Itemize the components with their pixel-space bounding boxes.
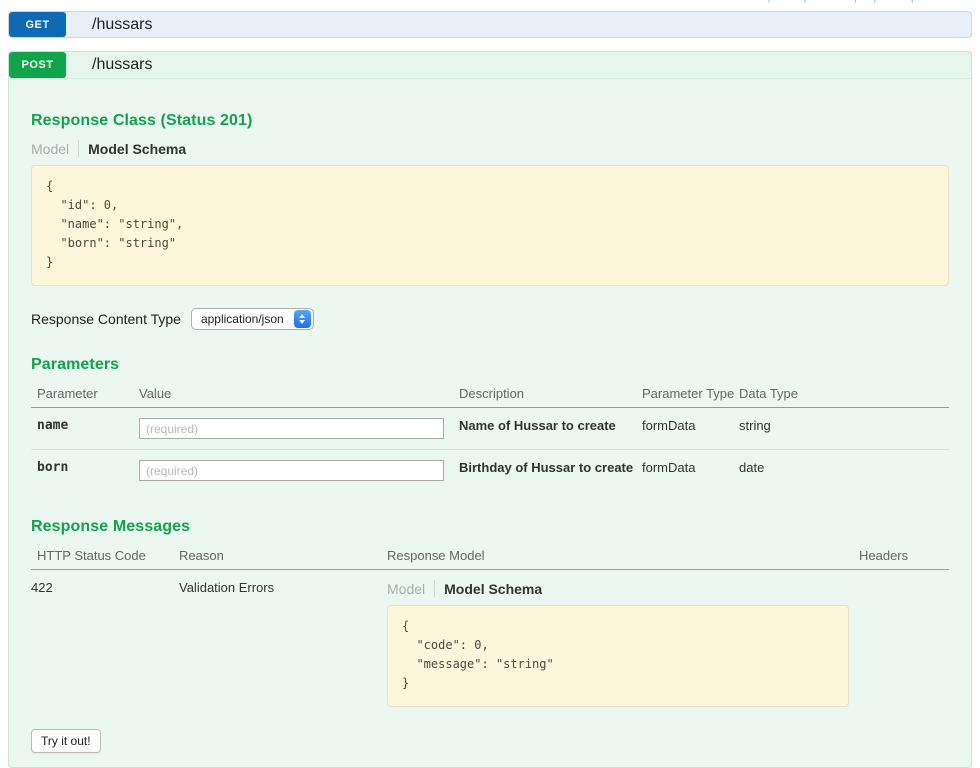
response-class-schema-code[interactable]: { "id": 0, "name": "string", "born": "st… xyxy=(31,165,949,286)
tab-model-schema[interactable]: Model Schema xyxy=(88,141,186,157)
swagger-page: Show/Hide | List Operations | Expand Ope… xyxy=(0,0,980,768)
response-status-code: 422 xyxy=(31,570,179,718)
col-http-status-code: HTTP Status Code xyxy=(31,544,179,570)
param-name: name xyxy=(31,408,139,450)
col-reason: Reason xyxy=(179,544,387,570)
get-path[interactable]: /hussars xyxy=(66,12,152,37)
param-name: born xyxy=(31,450,139,492)
param-born-input[interactable] xyxy=(139,460,444,481)
response-messages-table: HTTP Status Code Reason Response Model H… xyxy=(31,544,949,717)
parameters-table: Parameter Value Description Parameter Ty… xyxy=(31,382,949,491)
col-description: Description xyxy=(459,382,642,408)
post-operation-content: Response Class (Status 201) Model Model … xyxy=(9,79,971,767)
operation-get-hussars[interactable]: GET /hussars xyxy=(8,11,972,38)
param-description: Birthday of Hussar to create xyxy=(459,450,642,492)
response-content-type-select[interactable]: application/json xyxy=(191,308,314,330)
parameter-row-name: name Name of Hussar to create formData s… xyxy=(31,408,949,450)
col-value: Value xyxy=(139,382,459,408)
tab-model[interactable]: Model xyxy=(387,581,425,597)
param-description: Name of Hussar to create xyxy=(459,408,642,450)
col-parameter-type: Parameter Type xyxy=(642,382,739,408)
post-method-badge: POST xyxy=(9,52,66,78)
tab-divider xyxy=(78,140,79,157)
response-messages-title: Response Messages xyxy=(31,518,949,536)
param-parameter-type: formData xyxy=(642,408,739,450)
post-header-bar[interactable]: POST /hussars xyxy=(9,52,971,79)
param-data-type: string xyxy=(739,408,949,450)
post-path[interactable]: /hussars xyxy=(66,52,152,78)
response-messages-header-row: HTTP Status Code Reason Response Model H… xyxy=(31,544,949,570)
tab-model-schema[interactable]: Model Schema xyxy=(444,581,542,597)
response-reason: Validation Errors xyxy=(179,570,387,718)
param-parameter-type: formData xyxy=(642,450,739,492)
try-it-out-button[interactable]: Try it out! xyxy=(31,729,101,753)
response-content-type-label: Response Content Type xyxy=(31,311,181,327)
parameters-header-row: Parameter Value Description Parameter Ty… xyxy=(31,382,949,408)
parameter-row-born: born Birthday of Hussar to create formDa… xyxy=(31,450,949,492)
response-headers-cell xyxy=(859,570,949,718)
select-stepper-icon xyxy=(294,310,311,328)
get-method-badge: GET xyxy=(9,12,66,37)
parameters-title: Parameters xyxy=(31,356,949,374)
response-message-row-422: 422 Validation Errors Model Model Schema… xyxy=(31,570,949,718)
response-model-tabs: Model Model Schema xyxy=(387,580,853,597)
response-class-tabs: Model Model Schema xyxy=(31,140,949,157)
col-data-type: Data Type xyxy=(739,382,949,408)
param-data-type: date xyxy=(739,450,949,492)
operation-post-hussars: POST /hussars Response Class (Status 201… xyxy=(8,51,972,768)
operations-links-text[interactable]: Show/Hide | List Operations | Expand Ope… xyxy=(8,0,972,3)
tab-divider xyxy=(434,580,435,597)
response-model-schema-code[interactable]: { "code": 0, "message": "string" } xyxy=(387,605,849,707)
col-response-model: Response Model xyxy=(387,544,859,570)
operations-links-clipped: Show/Hide | List Operations | Expand Ope… xyxy=(8,0,972,6)
col-parameter: Parameter xyxy=(31,382,139,408)
response-class-title: Response Class (Status 201) xyxy=(31,112,949,130)
tab-model[interactable]: Model xyxy=(31,141,69,157)
response-content-type-value: application/json xyxy=(201,312,294,326)
col-headers: Headers xyxy=(859,544,949,570)
param-name-input[interactable] xyxy=(139,418,444,439)
response-content-type-row: Response Content Type application/json xyxy=(31,308,949,330)
